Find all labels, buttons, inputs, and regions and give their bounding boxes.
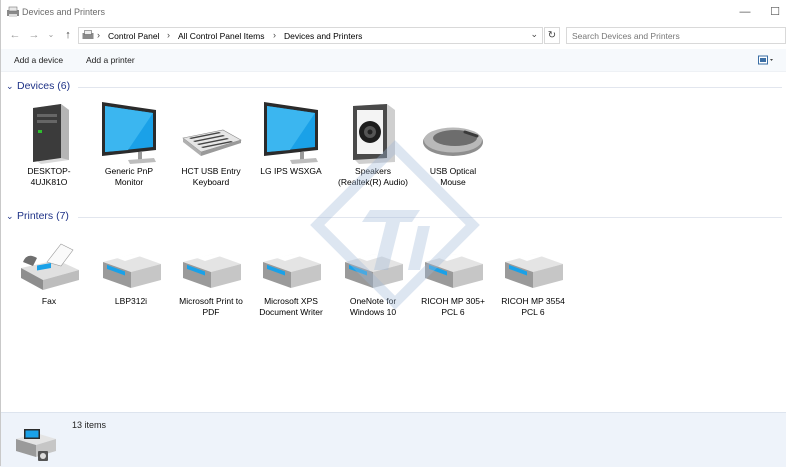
search-input[interactable]: Search Devices and Printers — [566, 27, 786, 44]
device-label: Generic PnP Monitor — [104, 166, 154, 187]
address-bar[interactable]: › Control Panel › All Control Panel Item… — [78, 27, 543, 44]
up-button[interactable]: ↑ — [61, 28, 75, 42]
fax-icon — [21, 243, 79, 290]
add-printer-button[interactable]: Add a printer — [86, 55, 135, 65]
window-title: Devices and Printers — [22, 7, 106, 17]
item-count: 13 items — [72, 420, 107, 430]
add-device-button[interactable]: Add a device — [14, 55, 63, 65]
address-dropdown-icon[interactable]: ⌄ — [530, 29, 538, 40]
breadcrumb-all-items[interactable]: All Control Panel Items — [178, 31, 264, 41]
printer-icon — [103, 254, 161, 288]
breadcrumb-separator: › — [167, 30, 170, 40]
maximize-button[interactable]: ☐ — [766, 4, 784, 20]
device-item-keyboard[interactable]: HCT USB Entry Keyboard — [176, 100, 246, 188]
device-item-generic-monitor[interactable]: Generic PnP Monitor — [94, 100, 164, 188]
keyboard-icon — [182, 129, 242, 156]
change-view-icon[interactable] — [758, 55, 774, 65]
printer-item-ms-print-pdf[interactable]: Microsoft Print to PDF — [176, 236, 246, 318]
printers-group-heading[interactable]: Printers (7) — [17, 210, 69, 222]
control-panel-icon — [82, 30, 94, 39]
printer-label: LBP312i — [114, 296, 148, 306]
command-bar: Add a device Add a printer — [0, 49, 786, 72]
printer-item-ricoh-3554[interactable]: RICOH MP 3554 PCL 6 — [498, 236, 568, 318]
printer-label: Fax — [41, 296, 57, 306]
recent-locations-button[interactable]: ⌄ — [44, 28, 58, 42]
refresh-button[interactable]: ↻ — [544, 27, 560, 44]
details-pane — [0, 412, 786, 467]
printer-label: Microsoft Print to PDF — [179, 296, 243, 317]
device-label: DESKTOP-4UJK81O — [27, 166, 71, 187]
devices-printers-large-icon — [16, 429, 56, 461]
printer-item-fax[interactable]: Fax — [14, 236, 84, 307]
window-left-border — [0, 0, 1, 466]
printer-icon — [505, 254, 563, 288]
devices-group-divider — [78, 87, 782, 88]
monitor-icon — [102, 102, 156, 164]
printers-collapse-icon[interactable]: ⌄ — [6, 211, 14, 222]
devices-group-heading[interactable]: Devices (6) — [17, 80, 70, 92]
printer-item-lbp312i[interactable]: LBP312i — [96, 236, 166, 307]
devices-printers-icon — [7, 6, 19, 17]
device-item-desktop[interactable]: DESKTOP-4UJK81O — [14, 100, 84, 188]
forward-button[interactable]: → — [27, 28, 41, 42]
device-label: HCT USB Entry Keyboard — [181, 166, 241, 187]
breadcrumb-control-panel[interactable]: Control Panel — [108, 31, 160, 41]
breadcrumb-separator: › — [273, 30, 276, 40]
devices-collapse-icon[interactable]: ⌄ — [6, 81, 14, 92]
breadcrumb-separator: › — [97, 30, 100, 40]
watermark-logo — [310, 140, 480, 310]
printer-label: RICOH MP 3554 PCL 6 — [501, 296, 565, 317]
breadcrumb-devices-printers[interactable]: Devices and Printers — [284, 31, 362, 41]
title-bar: Devices and Printers — ☐ — [0, 0, 786, 26]
computer-tower-icon — [33, 104, 69, 164]
printer-icon — [183, 254, 241, 288]
back-button[interactable]: ← — [8, 28, 22, 42]
minimize-button[interactable]: — — [736, 4, 754, 20]
